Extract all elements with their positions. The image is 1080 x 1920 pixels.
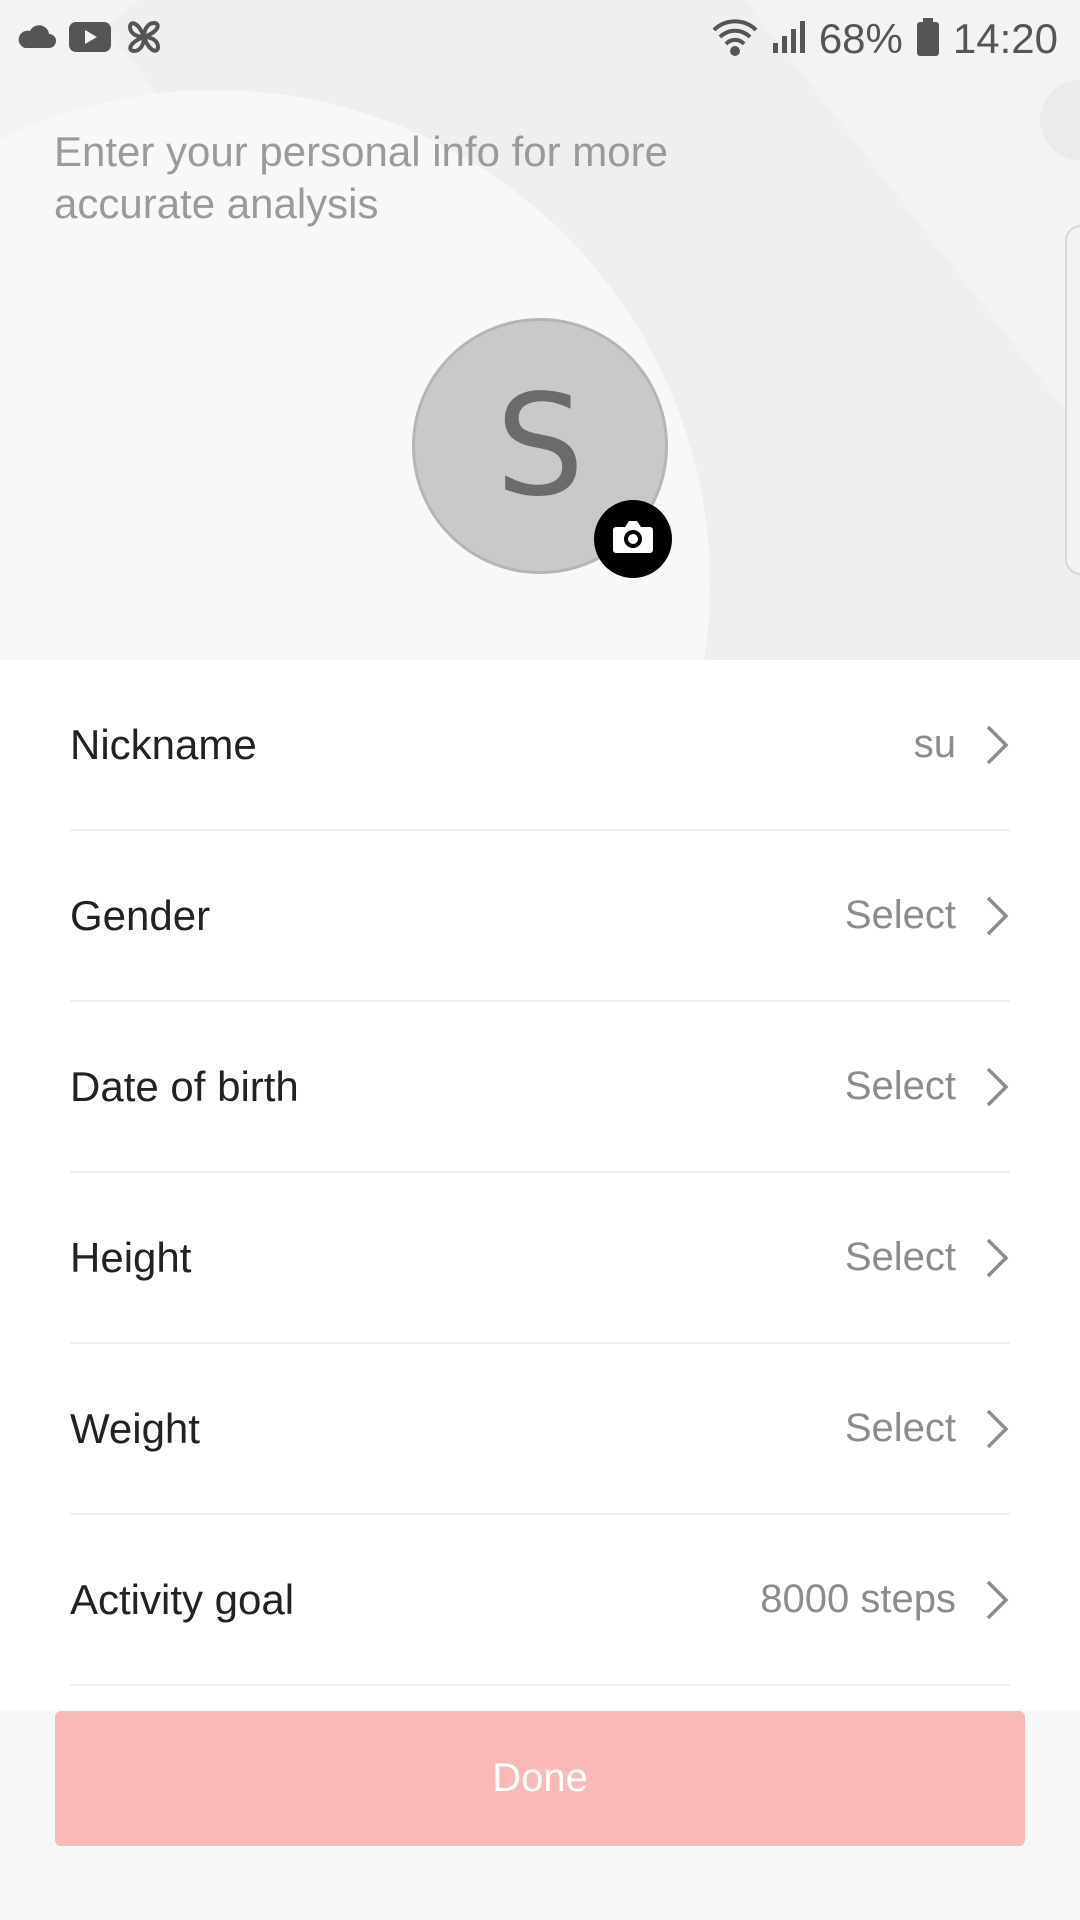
row-value: 8000 steps (760, 1577, 956, 1621)
decorative-side-tab (1065, 225, 1080, 575)
profile-setup-screen: 68% 14:20 Enter your personal info for m… (0, 0, 1080, 1920)
status-bar-left (16, 17, 164, 62)
youtube-icon (68, 20, 112, 59)
row-value-group: Select (845, 1406, 1010, 1451)
wifi-icon (711, 18, 759, 61)
row-value-group: Select (845, 1235, 1010, 1280)
chevron-right-icon (986, 1409, 1009, 1448)
clock: 14:20 (952, 15, 1058, 62)
chevron-right-icon (986, 1067, 1009, 1106)
chevron-right-icon (986, 1238, 1009, 1277)
battery-icon (915, 17, 941, 62)
intro-text: Enter your personal info for more accura… (54, 128, 668, 227)
date-of-birth-row[interactable]: Date of birth Select (70, 1002, 1010, 1173)
row-value-group: 8000 steps (760, 1577, 1010, 1622)
done-button[interactable]: Done (55, 1711, 1025, 1846)
gender-row[interactable]: Gender Select (70, 831, 1010, 1002)
pinwheel-icon (124, 17, 164, 62)
chevron-right-icon (986, 725, 1009, 764)
row-label: Weight (70, 1404, 200, 1452)
row-value: Select (844, 893, 956, 937)
cloud-icon (16, 22, 56, 57)
row-value: su (913, 722, 956, 766)
signal-icon (771, 19, 807, 60)
activity-goal-row[interactable]: Activity goal 8000 steps (70, 1515, 1010, 1686)
personal-info-list: Nickname su Gender Select Date of birth … (0, 660, 1080, 1710)
battery-percentage: 68% (818, 15, 903, 62)
row-label: Nickname (70, 720, 257, 768)
row-value-group: Select (845, 893, 1010, 938)
chevron-right-icon (986, 1580, 1009, 1619)
header-area: 68% 14:20 Enter your personal info for m… (0, 0, 1080, 660)
row-value-group: Select (845, 1064, 1010, 1109)
decorative-circle-small (1040, 80, 1080, 160)
row-value: Select (844, 1235, 956, 1279)
row-label: Date of birth (70, 1062, 299, 1110)
row-value: Select (844, 1064, 956, 1108)
nickname-row[interactable]: Nickname su (70, 660, 1010, 831)
chevron-right-icon (986, 896, 1009, 935)
row-label: Gender (70, 891, 211, 939)
weight-row[interactable]: Weight Select (70, 1344, 1010, 1515)
row-label: Height (70, 1233, 192, 1281)
camera-icon (611, 519, 655, 560)
height-row[interactable]: Height Select (70, 1173, 1010, 1344)
row-value-group: su (914, 722, 1010, 767)
status-bar: 68% 14:20 (0, 0, 1080, 78)
status-bar-right: 68% 14:20 (711, 15, 1058, 63)
change-photo-button[interactable] (594, 500, 672, 578)
avatar-initial: S (495, 364, 585, 528)
row-label: Activity goal (70, 1575, 295, 1623)
row-value: Select (844, 1406, 956, 1450)
